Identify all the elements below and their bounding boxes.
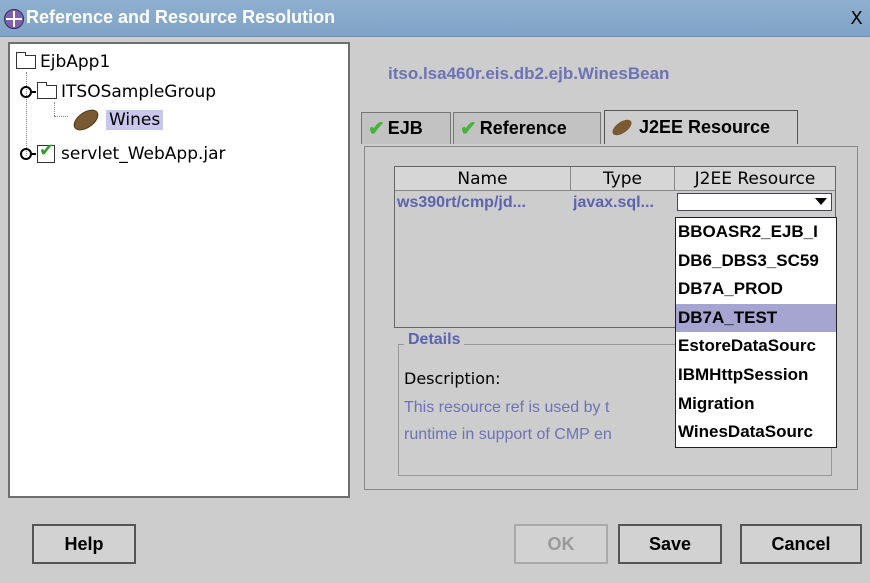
expand-handle-icon[interactable] <box>20 148 36 160</box>
check-icon: ✔ <box>460 118 477 140</box>
dropdown-option[interactable]: WinesDataSourc <box>676 418 836 447</box>
description-text: This resource ref is used by t runtime i… <box>404 394 676 448</box>
description-line: This resource ref is used by t <box>404 399 610 416</box>
tree-item-servlet-webapp[interactable]: servlet_WebApp.jar <box>20 140 226 166</box>
tree-connector <box>54 116 68 117</box>
description-line: runtime in support of CMP en <box>404 426 612 443</box>
tree-connector <box>54 102 55 116</box>
tab-reference[interactable]: ✔ Reference <box>453 112 601 144</box>
tree-item-wines[interactable]: Wines <box>69 105 164 135</box>
dropdown-option[interactable]: Migration <box>676 390 836 419</box>
column-header-name[interactable]: Name <box>395 167 571 191</box>
bean-name-label: itso.lsa460r.eis.db2.ejb.WinesBean <box>388 64 670 83</box>
tab-j2ee-resource[interactable]: J2EE Resource <box>604 110 798 144</box>
bean-icon <box>69 105 103 135</box>
cell-type[interactable]: javax.sql... <box>573 192 673 214</box>
dropdown-arrow-icon[interactable] <box>815 198 827 205</box>
tree-item-itsosamplegroup[interactable]: ITSOSampleGroup <box>20 80 216 104</box>
folder-icon <box>36 82 57 99</box>
column-header-type[interactable]: Type <box>571 167 675 191</box>
tab-label: EJB <box>387 118 423 138</box>
ok-button[interactable]: OK <box>514 524 608 564</box>
j2ee-resource-combo[interactable] <box>677 193 832 211</box>
resource-dropdown-list[interactable]: BBOASR2_EJB_I DB6_DBS3_SC59 DB7A_PROD DB… <box>675 217 837 448</box>
tab-label: J2EE Resource <box>639 117 771 137</box>
tree-item-label: Wines <box>106 110 164 130</box>
button-bar: Help OK Save Cancel <box>0 500 870 583</box>
dropdown-option[interactable]: IBMHttpSession <box>676 361 836 390</box>
tree-item-ejbapp1[interactable]: EjbApp1 <box>15 50 111 74</box>
dropdown-option[interactable]: DB6_DBS3_SC59 <box>676 247 836 276</box>
dropdown-option[interactable]: EstoreDataSourc <box>676 332 836 361</box>
check-icon: ✔ <box>368 118 385 140</box>
app-globe-icon <box>4 9 24 29</box>
tree-item-label: EjbApp1 <box>40 52 111 72</box>
dropdown-option[interactable]: DB7A_PROD <box>676 275 836 304</box>
expand-handle-icon[interactable] <box>20 86 36 98</box>
details-title: Details <box>404 331 465 349</box>
tab-ejb[interactable]: ✔ EJB <box>361 112 451 144</box>
description-label: Description: <box>404 369 501 388</box>
checked-module-icon <box>37 140 55 163</box>
help-button[interactable]: Help <box>32 524 136 564</box>
dropdown-option[interactable]: BBOASR2_EJB_I <box>676 218 836 247</box>
tree-item-label: ITSOSampleGroup <box>61 82 217 102</box>
dropdown-option-selected[interactable]: DB7A_TEST <box>676 303 836 333</box>
dialog-window: Reference and Resource Resolution X EjbA… <box>0 0 870 583</box>
window-title: Reference and Resource Resolution <box>26 7 336 27</box>
tab-label: Reference <box>479 118 567 138</box>
bean-icon <box>609 116 635 139</box>
cell-name[interactable]: ws390rt/cmp/jd... <box>397 192 569 214</box>
module-tree[interactable]: EjbApp1 ITSOSampleGroup Wines servlet_We… <box>8 42 350 498</box>
tree-item-label: servlet_WebApp.jar <box>61 144 226 164</box>
close-button[interactable]: X <box>843 6 870 32</box>
column-header-j2ee-resource[interactable]: J2EE Resource <box>675 167 835 191</box>
save-button[interactable]: Save <box>618 524 722 564</box>
title-bar[interactable]: Reference and Resource Resolution X <box>0 0 870 37</box>
folder-icon <box>15 52 36 69</box>
cancel-button[interactable]: Cancel <box>740 524 862 564</box>
